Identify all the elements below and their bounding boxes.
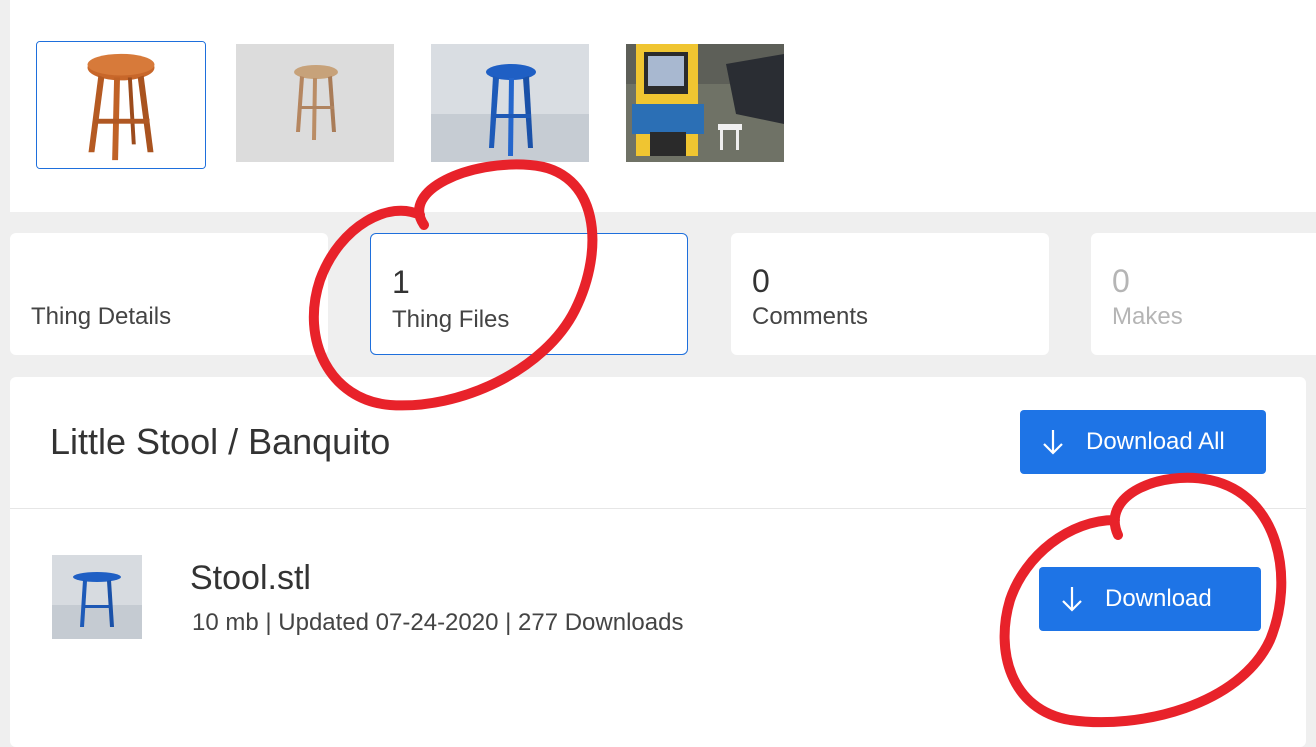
arrow-down-icon	[1043, 430, 1063, 455]
download-all-button[interactable]: Download All	[1020, 410, 1266, 474]
thing-files-panel: Little Stool / Banquito Download All Sto…	[10, 377, 1306, 747]
tab-makes[interactable]: 0 Makes	[1091, 233, 1316, 355]
tab-count: 1	[392, 264, 410, 300]
image-gallery	[10, 0, 1316, 212]
thumbnail-stool-tan[interactable]	[236, 44, 394, 162]
orange-stool-image	[37, 42, 205, 168]
tab-count: 0	[1112, 263, 1130, 299]
files-header: Little Stool / Banquito Download All	[10, 377, 1306, 509]
tab-count: 0	[752, 263, 770, 299]
tab-thing-details[interactable]: Thing Details	[10, 233, 328, 355]
thing-title: Little Stool / Banquito	[50, 421, 391, 462]
tab-label: Makes	[1112, 303, 1183, 330]
tab-thing-files[interactable]: 1 Thing Files	[370, 233, 688, 355]
tab-label: Thing Details	[31, 303, 172, 330]
tab-comments[interactable]: 0 Comments	[731, 233, 1049, 355]
download-all-label: Download All	[1086, 428, 1225, 455]
blue-stool-file-image	[52, 555, 142, 639]
file-name: Stool.stl	[190, 559, 311, 597]
thumbnail-stool-blue[interactable]	[431, 44, 589, 162]
tab-label: Comments	[752, 303, 869, 330]
file-thumbnail	[52, 555, 142, 639]
thumbnail-arcade-photo[interactable]	[626, 44, 784, 162]
download-button[interactable]: Download	[1039, 567, 1261, 631]
tab-label: Thing Files	[392, 306, 510, 333]
arcade-cabinet-photo	[626, 44, 784, 162]
blue-stool-render	[431, 44, 589, 162]
file-meta: 10 mb | Updated 07-24-2020 | 277 Downloa…	[192, 609, 684, 636]
download-label: Download	[1105, 585, 1212, 612]
thumbnail-stool-orange[interactable]	[36, 41, 206, 169]
arrow-down-icon	[1062, 587, 1082, 612]
tan-stool-photo	[236, 44, 394, 162]
